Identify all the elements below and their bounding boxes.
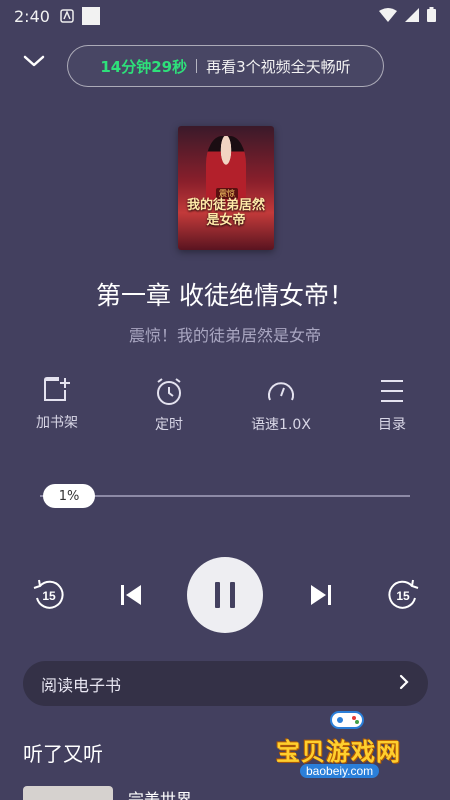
next-button[interactable] <box>302 576 340 614</box>
previous-button[interactable] <box>112 576 150 614</box>
timer-icon <box>124 376 214 406</box>
watermark-url: baobeiy.com <box>300 764 380 778</box>
wifi-icon <box>379 7 397 26</box>
countdown-text: 14分钟29秒 <box>100 57 188 76</box>
speed-label: 语速1.0X <box>251 417 311 433</box>
rewind-icon: 15 <box>33 579 64 609</box>
speed-icon <box>236 376 326 406</box>
add-bookshelf-label: 加书架 <box>36 415 78 431</box>
watermark-text: 宝贝游戏网 <box>276 738 401 766</box>
forward-seconds: 15 <box>396 589 410 603</box>
recommendation-cover[interactable] <box>23 786 113 800</box>
progress-track[interactable] <box>40 495 410 497</box>
rewind-15-button[interactable]: 15 <box>30 576 68 614</box>
rewind-seconds: 15 <box>42 589 56 603</box>
action-row: 加书架 定时 语速1.0X 目录 <box>0 376 450 436</box>
signal-icon <box>405 7 419 26</box>
catalog-label: 目录 <box>378 417 406 433</box>
watch-video-promo: 再看3个视频全天畅听 <box>206 57 351 76</box>
notification-app-icon <box>60 9 74 23</box>
book-title: 震惊！我的徒弟居然是女帝 <box>128 326 321 345</box>
forward-15-button[interactable]: 15 <box>384 576 422 614</box>
recommendation-title[interactable]: 完美世界 <box>128 786 192 800</box>
notification-square-icon <box>81 7 100 25</box>
cover-title: 我的徒弟居然是女帝 <box>186 198 265 228</box>
listen-timer-banner[interactable]: 14分钟29秒 再看3个视频全天畅听 <box>67 45 384 87</box>
timer-label: 定时 <box>155 417 183 433</box>
read-ebook-button[interactable]: 阅读电子书 <box>23 661 428 706</box>
timer-button[interactable]: 定时 <box>124 376 214 434</box>
battery-icon <box>427 6 436 26</box>
book-cover: 震惊 我的徒弟居然是女帝 <box>178 126 274 250</box>
chevron-right-icon <box>398 673 410 695</box>
divider <box>196 59 198 73</box>
collapse-chevron-icon[interactable] <box>20 50 48 72</box>
catalog-button[interactable]: 目录 <box>347 376 437 434</box>
chapter-title: 第一章 收徒绝情女帝！ <box>96 281 354 310</box>
add-bookshelf-button[interactable]: 加书架 <box>12 376 102 432</box>
status-time: 2:40 <box>14 6 50 26</box>
section-title: 听了又听 <box>23 742 103 766</box>
progress-thumb[interactable]: 1% <box>43 484 95 508</box>
menu-icon <box>347 376 437 406</box>
read-ebook-label: 阅读电子书 <box>41 675 122 695</box>
add-bookshelf-icon <box>12 376 102 404</box>
pause-icon <box>215 582 235 608</box>
pause-button[interactable] <box>187 557 263 633</box>
speed-button[interactable]: 语速1.0X <box>236 376 326 434</box>
forward-icon: 15 <box>388 579 419 609</box>
watermark-logo: 宝贝游戏网 baobeiy.com <box>272 704 422 784</box>
skip-previous-icon <box>121 585 141 605</box>
skip-next-icon <box>311 585 331 605</box>
status-bar: 2:40 <box>0 0 450 32</box>
